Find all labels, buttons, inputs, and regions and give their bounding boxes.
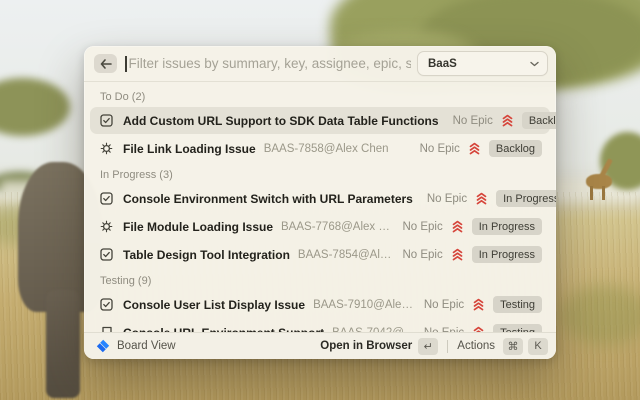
status-badge: Backlog <box>489 140 542 157</box>
source-label: Board View <box>117 340 176 352</box>
issue-epic: No Epic <box>402 249 442 261</box>
issue-row[interactable]: File Link Loading Issue BAAS-7858@Alex C… <box>90 135 550 162</box>
issue-row[interactable]: Console URL Environment Support BAAS-704… <box>90 319 550 332</box>
launcher-window: BaaS To Do (2) Ad <box>84 46 556 359</box>
section-header: Testing (9) <box>100 275 550 287</box>
task-type-icon <box>99 113 114 128</box>
status-badge: In Progress <box>472 218 542 235</box>
search-bar: BaaS <box>84 46 556 82</box>
chevron-down-icon <box>530 61 539 67</box>
footer-divider <box>447 340 448 353</box>
status-badge: Testing <box>493 296 542 313</box>
issue-epic: No Epic <box>420 143 460 155</box>
bug-type-icon <box>99 141 114 156</box>
footer-bar: Board View Open in Browser ↵ Actions ⌘ K <box>84 332 556 359</box>
elephant-leg <box>46 290 80 398</box>
issue-key-assignee: BAAS-7910@Alex Chen <box>313 299 418 311</box>
priority-highest-icon <box>473 298 484 311</box>
issue-key-assignee: BAAS-7768@Alex Chen <box>281 221 396 233</box>
search-input[interactable] <box>127 56 418 71</box>
issue-title: Add Custom URL Support to SDK Data Table… <box>123 114 439 128</box>
status-badge: Testing <box>493 324 542 332</box>
issue-row[interactable]: Table Design Tool Integration BAAS-7854@… <box>90 241 550 268</box>
jira-logo-icon <box>96 339 110 353</box>
issue-key-assignee: BAAS-7858@Alex Chen <box>264 143 389 155</box>
back-button[interactable] <box>94 54 117 73</box>
issue-epic: No Epic <box>424 299 464 311</box>
status-badge: In Progress <box>472 246 542 263</box>
issue-title: Console Environment Switch with URL Para… <box>123 192 413 206</box>
enter-keycap: ↵ <box>418 338 438 355</box>
task-type-icon <box>99 297 114 312</box>
cmd-keycap: ⌘ <box>503 338 523 355</box>
issue-row[interactable]: Console Environment Switch with URL Para… <box>90 185 550 212</box>
actions-menu-trigger[interactable]: Actions ⌘ K <box>457 338 548 355</box>
issue-key-assignee: BAAS-7854@Alex Chen <box>298 249 397 261</box>
project-dropdown-value: BaaS <box>428 58 530 70</box>
project-dropdown[interactable]: BaaS <box>417 51 548 76</box>
status-badge: In Progress <box>496 190 556 207</box>
priority-highest-icon <box>452 248 463 261</box>
issue-row[interactable]: Console User List Display Issue BAAS-791… <box>90 291 550 318</box>
issue-section: To Do (2) Add Custom URL Support to SDK … <box>90 91 550 162</box>
issue-row[interactable]: Add Custom URL Support to SDK Data Table… <box>90 107 550 134</box>
story-type-icon <box>99 325 114 332</box>
section-header: To Do (2) <box>100 91 550 103</box>
issue-title: File Module Loading Issue <box>123 220 273 234</box>
issue-section: Testing (9) Console User List Display Is… <box>90 275 550 332</box>
priority-highest-icon <box>452 220 463 233</box>
open-in-browser-action[interactable]: Open in Browser ↵ <box>320 338 438 355</box>
issue-title: File Link Loading Issue <box>123 142 256 156</box>
issue-section: In Progress (3) Console Environment Swit… <box>90 169 550 268</box>
priority-highest-icon <box>476 192 487 205</box>
open-in-browser-label: Open in Browser <box>320 340 412 352</box>
priority-highest-icon <box>502 114 513 127</box>
section-header: In Progress (3) <box>100 169 550 181</box>
issue-row[interactable]: File Module Loading Issue BAAS-7768@Alex… <box>90 213 550 240</box>
back-arrow-icon <box>100 59 112 69</box>
tree-left <box>0 78 70 136</box>
status-badge: Backlog <box>522 112 556 129</box>
actions-label: Actions <box>457 340 495 352</box>
task-type-icon <box>99 247 114 262</box>
section-rows: Console User List Display Issue BAAS-791… <box>90 291 550 332</box>
k-keycap: K <box>528 338 548 355</box>
task-type-icon <box>99 191 114 206</box>
issue-epic: No Epic <box>402 221 442 233</box>
issue-epic: No Epic <box>453 115 493 127</box>
bug-type-icon <box>99 219 114 234</box>
issue-title: Table Design Tool Integration <box>123 248 290 262</box>
issue-title: Console User List Display Issue <box>123 298 305 312</box>
section-rows: Console Environment Switch with URL Para… <box>90 185 550 268</box>
grass-patch <box>560 285 640 345</box>
section-rows: Add Custom URL Support to SDK Data Table… <box>90 107 550 162</box>
priority-highest-icon <box>469 142 480 155</box>
issue-list: To Do (2) Add Custom URL Support to SDK … <box>84 82 556 332</box>
issue-epic: No Epic <box>427 193 467 205</box>
